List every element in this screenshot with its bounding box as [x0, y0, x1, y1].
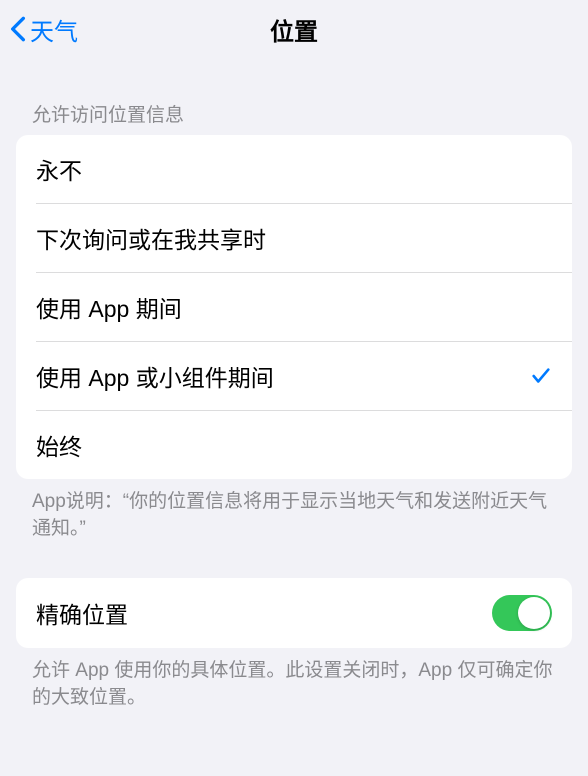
toggle-knob: [518, 597, 550, 629]
back-label: 天气: [30, 12, 78, 47]
section-footer-explanation: App说明：“你的位置信息将用于显示当地天气和发送附近天气通知。”: [0, 479, 588, 542]
option-label: 使用 App 期间: [36, 290, 182, 324]
option-while-using[interactable]: 使用 App 期间: [16, 273, 572, 341]
option-label: 永不: [36, 152, 82, 186]
navigation-bar: 天气 位置: [0, 0, 588, 58]
section-header-access: 允许访问位置信息: [0, 58, 588, 135]
precise-location-toggle[interactable]: [492, 595, 552, 631]
location-access-list: 永不 下次询问或在我共享时 使用 App 期间 使用 App 或小组件期间 始终: [16, 135, 572, 479]
option-while-using-or-widgets[interactable]: 使用 App 或小组件期间: [16, 342, 572, 410]
option-label: 下次询问或在我共享时: [36, 221, 266, 255]
option-label: 使用 App 或小组件期间: [36, 359, 274, 393]
precise-location-label: 精确位置: [36, 596, 128, 630]
section-footer-precise: 允许 App 使用你的具体位置。此设置关闭时，App 仅可确定你的大致位置。: [0, 648, 588, 711]
precise-location-row: 精确位置: [16, 578, 572, 648]
option-always[interactable]: 始终: [16, 411, 572, 479]
precise-location-group: 精确位置: [16, 578, 572, 648]
page-title: 位置: [270, 12, 318, 47]
chevron-left-icon: [10, 15, 26, 43]
option-ask-next-time[interactable]: 下次询问或在我共享时: [16, 204, 572, 272]
back-button[interactable]: 天气: [10, 12, 78, 47]
option-never[interactable]: 永不: [16, 135, 572, 203]
checkmark-icon: [530, 365, 552, 387]
option-label: 始终: [36, 428, 82, 462]
